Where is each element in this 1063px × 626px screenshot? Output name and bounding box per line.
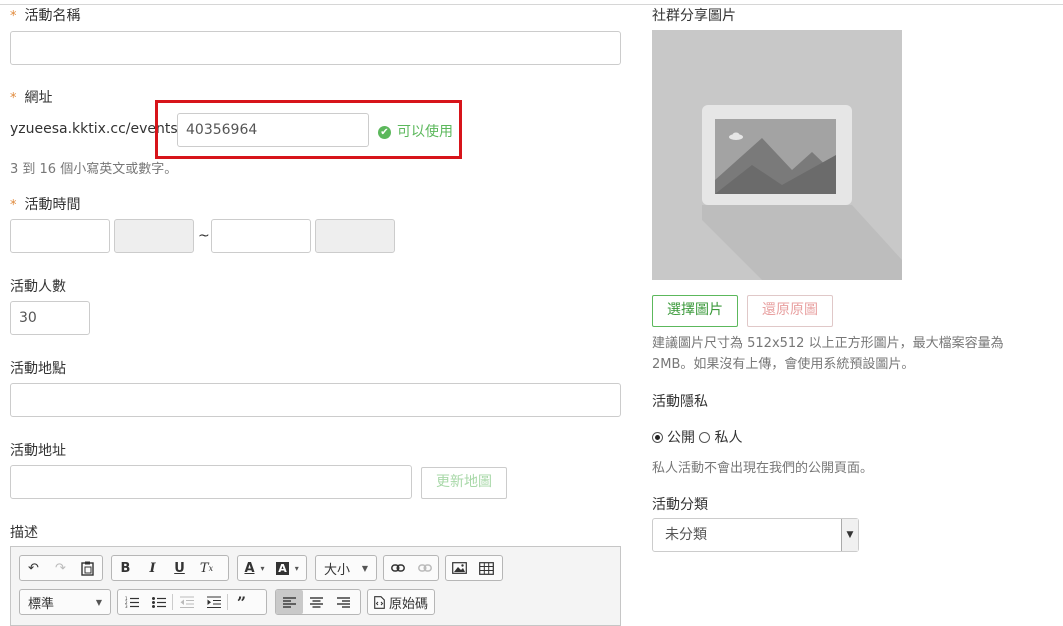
category-selected: 未分類 <box>665 527 707 543</box>
url-help-text: 3 到 16 個小寫英文或數字。 <box>10 162 178 177</box>
align-center-icon[interactable] <box>303 590 330 614</box>
background-color-icon[interactable]: A ▾ <box>271 556 304 580</box>
radio-selected-icon[interactable] <box>652 432 663 443</box>
venue-label: 活動地點 <box>10 361 66 377</box>
font-size-label: 大小 <box>324 562 351 578</box>
privacy-options: 公開 私人 <box>652 427 742 447</box>
required-marker: * <box>10 91 17 106</box>
align-left-icon[interactable] <box>276 590 303 614</box>
event-name-label-row: * 活動名稱 <box>10 5 81 25</box>
source-button[interactable]: 原始碼 <box>367 589 435 615</box>
toolbar-group-insert <box>445 555 503 581</box>
table-icon[interactable] <box>473 556 500 580</box>
privacy-public-option[interactable]: 公開 <box>652 430 695 446</box>
description-label: 描述 <box>10 525 38 541</box>
end-time-input[interactable] <box>315 219 395 253</box>
share-image-help: 建議圖片尺寸為 512x512 以上正方形圖片，最大檔案容量為 2MB。如果沒有… <box>652 333 1057 375</box>
toolbar-group-history: ↶ ↷ <box>19 555 103 581</box>
outdent-icon[interactable] <box>173 590 200 614</box>
required-marker: * <box>10 9 17 24</box>
required-marker: * <box>10 198 17 213</box>
blockquote-icon[interactable]: ” <box>228 590 255 614</box>
start-time-input[interactable] <box>114 219 194 253</box>
rich-text-editor: ↶ ↷ B I U Tx A ▾ A ▾ 大小 ▼ 標準 ▼ 1 2 3 ” 原… <box>10 546 621 626</box>
category-label: 活動分類 <box>652 497 708 513</box>
restore-image-button[interactable]: 還原原圖 <box>747 295 833 327</box>
bold-icon[interactable]: B <box>112 556 139 580</box>
event-time-label: 活動時間 <box>24 197 81 213</box>
align-right-icon[interactable] <box>330 590 357 614</box>
bulleted-list-icon[interactable] <box>145 590 172 614</box>
toolbar-group-lists: 123 ” <box>117 589 267 615</box>
address-label: 活動地址 <box>10 443 66 459</box>
privacy-private-label: 私人 <box>714 430 743 446</box>
privacy-help: 私人活動不會出現在我們的公開頁面。 <box>652 461 874 476</box>
remove-format-icon[interactable]: Tx <box>193 556 220 580</box>
privacy-private-option[interactable]: 私人 <box>699 430 742 446</box>
text-color-icon[interactable]: A ▾ <box>238 556 271 580</box>
url-label: 網址 <box>24 90 53 106</box>
indent-icon[interactable] <box>200 590 227 614</box>
paste-icon[interactable] <box>74 556 101 580</box>
chevron-down-icon: ▼ <box>841 519 858 551</box>
time-range-separator: ~ <box>198 228 210 244</box>
underline-icon[interactable]: U <box>166 556 193 580</box>
image-icon[interactable] <box>446 556 473 580</box>
format-label: 標準 <box>28 596 55 612</box>
share-image-help-line1: 建議圖片尺寸為 512x512 以上正方形圖片，最大檔案容量為 <box>652 336 1004 351</box>
top-divider <box>0 4 1063 5</box>
radio-unselected-icon[interactable] <box>699 432 711 443</box>
link-icon[interactable] <box>384 556 411 580</box>
image-placeholder-icon <box>702 105 902 280</box>
update-map-button[interactable]: 更新地圖 <box>421 467 507 499</box>
privacy-public-label: 公開 <box>667 430 695 446</box>
share-image-label: 社群分享圖片 <box>652 8 736 24</box>
category-select[interactable]: 未分類 ▼ <box>652 518 859 552</box>
venue-input[interactable] <box>10 383 621 417</box>
toolbar-group-colors: A ▾ A ▾ <box>237 555 307 581</box>
attendees-label: 活動人數 <box>10 279 66 295</box>
undo-icon[interactable]: ↶ <box>20 556 47 580</box>
toolbar-group-style: B I U Tx <box>111 555 229 581</box>
chevron-down-icon: ▼ <box>361 563 368 573</box>
highlight-box <box>155 100 462 159</box>
redo-icon[interactable]: ↷ <box>47 556 74 580</box>
privacy-label: 活動隱私 <box>652 394 708 410</box>
toolbar-group-align <box>275 589 361 615</box>
font-size-dropdown[interactable]: 大小 ▼ <box>315 555 377 581</box>
numbered-list-icon[interactable]: 123 <box>118 590 145 614</box>
source-label: 原始碼 <box>389 596 429 612</box>
address-input[interactable] <box>10 465 412 499</box>
url-label-row: * 網址 <box>10 87 53 107</box>
svg-text:3: 3 <box>125 604 128 608</box>
italic-icon[interactable]: I <box>139 556 166 580</box>
format-dropdown[interactable]: 標準 ▼ <box>19 589 111 615</box>
source-code-icon <box>374 595 385 609</box>
end-date-input[interactable] <box>211 219 311 253</box>
attendees-input[interactable]: 30 <box>10 301 90 335</box>
event-name-input[interactable] <box>10 31 621 65</box>
share-image-preview <box>652 30 902 280</box>
unlink-icon[interactable] <box>411 556 438 580</box>
choose-image-button[interactable]: 選擇圖片 <box>652 295 738 327</box>
event-name-label: 活動名稱 <box>24 8 81 24</box>
event-time-label-row: * 活動時間 <box>10 194 81 214</box>
share-image-help-line2: 2MB。如果沒有上傳，會使用系統預設圖片。 <box>652 357 915 372</box>
chevron-down-icon: ▼ <box>95 597 102 607</box>
toolbar-group-links <box>383 555 439 581</box>
start-date-input[interactable] <box>10 219 110 253</box>
